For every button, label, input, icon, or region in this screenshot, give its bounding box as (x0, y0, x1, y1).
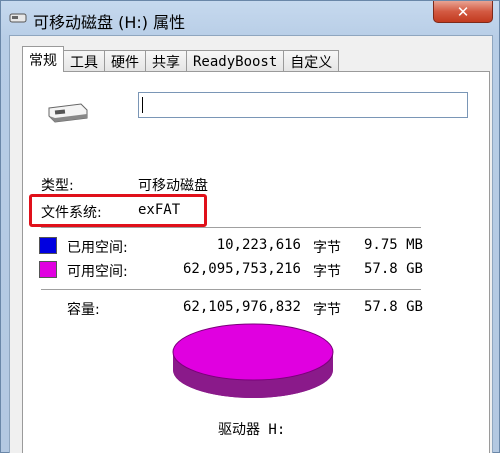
dialog-content: 常规 工具 硬件 共享 ReadyBoost 自定义 类型: 可移动磁盘 文件系… (9, 35, 493, 453)
usb-drive-icon (48, 103, 88, 123)
disk-usage-pie (172, 323, 334, 398)
tab-readyboost[interactable]: ReadyBoost (187, 50, 285, 72)
filesystem-label: 文件系统: (41, 205, 102, 221)
text-caret (142, 97, 143, 113)
used-space-bytes: 10,223,616 (216, 237, 301, 253)
type-value: 可移动磁盘 (138, 178, 208, 194)
drive-caption: 驱动器 H: (218, 422, 286, 438)
type-label: 类型: (41, 178, 74, 194)
close-button[interactable]: ✕ (433, 1, 493, 23)
used-space-unit: 字节 (313, 240, 341, 256)
drive-name-input[interactable] (138, 92, 468, 118)
free-space-swatch (39, 261, 57, 278)
tab-tools[interactable]: 工具 (64, 50, 105, 72)
tab-sharing[interactable]: 共享 (146, 50, 187, 72)
tab-strip: 常规 工具 硬件 共享 ReadyBoost 自定义 (22, 46, 340, 72)
free-space-label: 可用空间: (67, 264, 128, 280)
general-panel: 类型: 可移动磁盘 文件系统: exFAT 已用空间: 10,223,616 字… (22, 71, 490, 453)
free-space-size: 57.8 GB (363, 261, 423, 277)
capacity-label: 容量: (67, 302, 100, 318)
window-title: 可移动磁盘 (H:) 属性 (33, 13, 186, 32)
filesystem-value: exFAT (138, 202, 181, 218)
tab-hardware[interactable]: 硬件 (105, 50, 146, 72)
used-space-swatch (39, 237, 57, 254)
tab-customize[interactable]: 自定义 (284, 50, 340, 72)
capacity-size: 57.8 GB (363, 299, 423, 315)
pie-free-slice (172, 323, 334, 381)
separator (41, 289, 421, 290)
title-bar[interactable]: 可移动磁盘 (H:) 属性 ✕ (1, 1, 499, 35)
used-space-size: 9.75 MB (363, 237, 423, 253)
free-space-bytes: 62,095,753,216 (182, 261, 301, 277)
used-space-label: 已用空间: (67, 240, 128, 256)
properties-window: 可移动磁盘 (H:) 属性 ✕ 常规 工具 硬件 共享 ReadyBoost 自… (0, 0, 500, 453)
separator (41, 227, 421, 228)
removable-drive-icon (9, 13, 27, 23)
free-space-unit: 字节 (313, 264, 341, 280)
tab-general[interactable]: 常规 (22, 46, 64, 72)
